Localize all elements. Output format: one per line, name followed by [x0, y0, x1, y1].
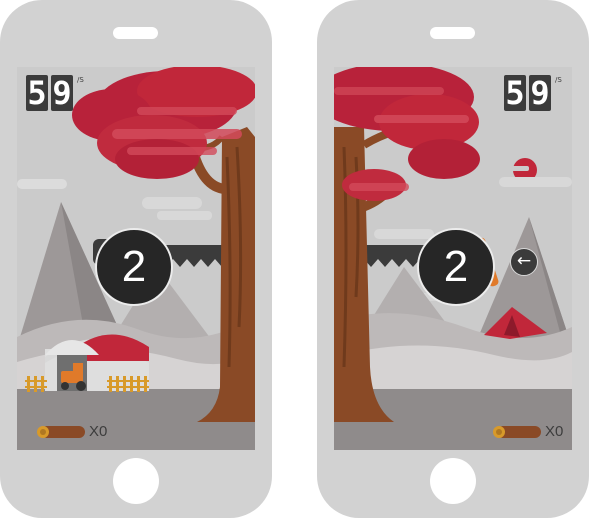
cloud	[157, 211, 212, 220]
cloud	[499, 177, 572, 187]
game-screen[interactable]: 5 9 /S 2 X0	[17, 67, 255, 450]
timer: 5 9 /S	[504, 75, 562, 111]
log-count: X0	[89, 423, 108, 440]
timer: 5 9 /S	[26, 75, 84, 111]
timer-digit-ones: 9	[529, 74, 551, 112]
timer-unit: /S	[555, 76, 562, 84]
phone-left: 5 9 /S 2 X0	[0, 0, 272, 518]
cloud	[142, 197, 202, 209]
game-screen[interactable]: 5 9 /S 2 ← X0	[334, 67, 572, 450]
log-icon	[37, 425, 85, 438]
home-button[interactable]	[113, 458, 159, 504]
timer-digit-tens: 5	[26, 74, 48, 112]
timer-digit-tens: 5	[504, 74, 526, 112]
timer-digit-ones: 9	[51, 74, 73, 112]
log-icon	[493, 425, 541, 438]
cloud	[17, 179, 67, 189]
log-count: X0	[545, 423, 564, 440]
home-button[interactable]	[430, 458, 476, 504]
countdown-indicator: 2	[95, 228, 173, 306]
speaker-slot	[430, 27, 475, 39]
countdown-indicator: 2	[417, 228, 495, 306]
speaker-slot	[113, 27, 158, 39]
log-counter: X0	[491, 423, 563, 440]
cloud	[374, 229, 434, 239]
timer-unit: /S	[77, 76, 84, 84]
phone-right: 5 9 /S 2 ← X0	[317, 0, 589, 518]
log-counter: X0	[35, 423, 107, 440]
arrow-left-icon[interactable]: ←	[510, 248, 538, 276]
